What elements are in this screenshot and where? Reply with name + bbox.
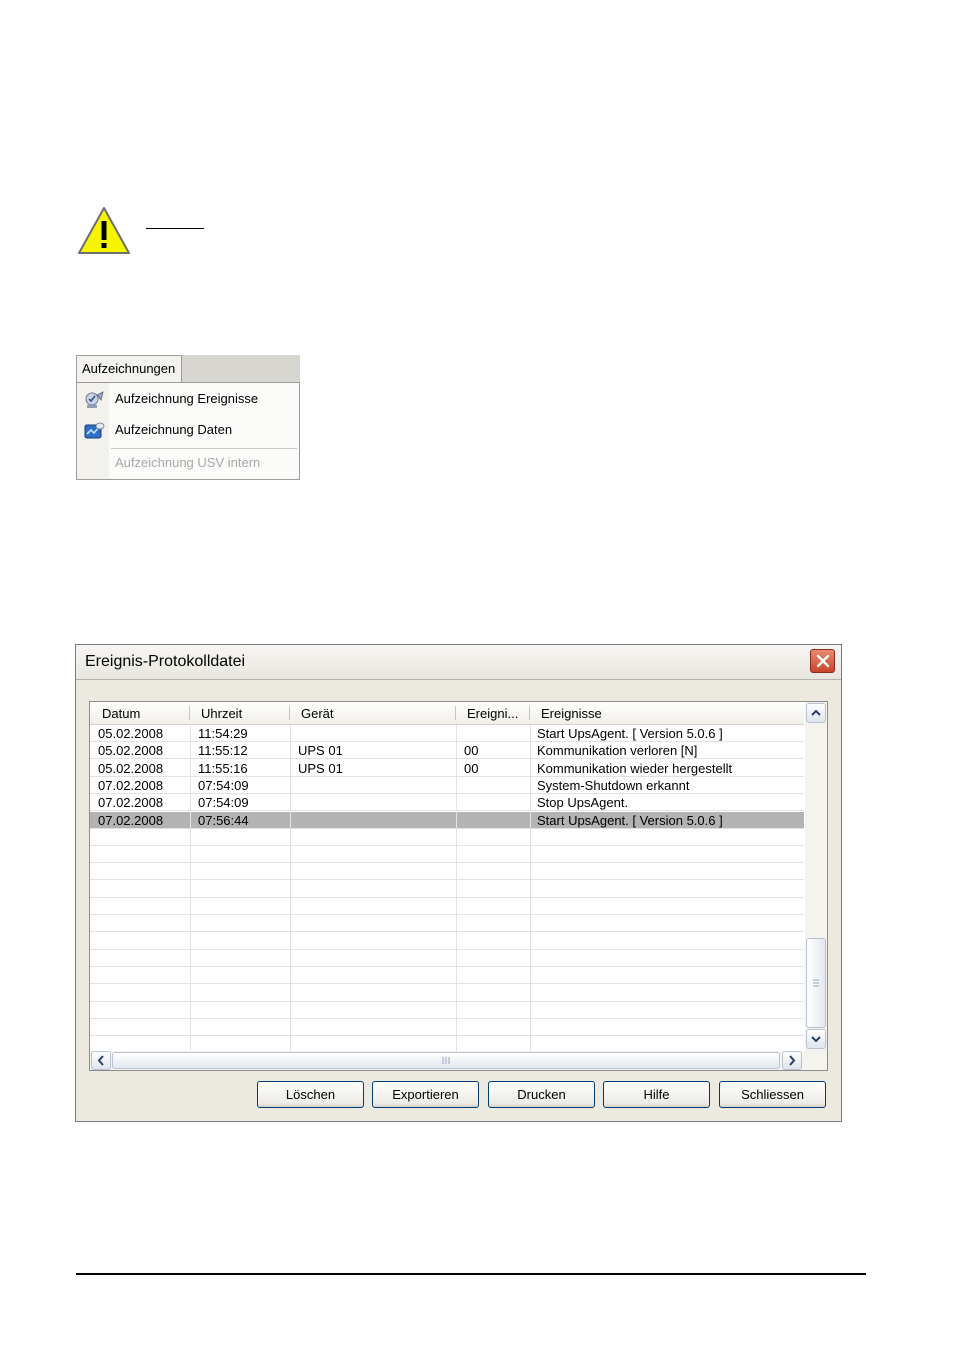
scroll-up-button[interactable] <box>806 703 826 723</box>
grid-line <box>456 725 457 1051</box>
chevron-down-icon <box>811 1036 821 1043</box>
table-cell-ereignisse: Kommunikation verloren [N] <box>537 743 698 759</box>
event-log-icon <box>85 391 104 408</box>
menu-dropdown: Aufzeichnung Ereignisse Aufzeichnung Dat… <box>76 382 300 480</box>
grid-line <box>530 725 531 1051</box>
table-cell-datum: 05.02.2008 <box>98 726 164 741</box>
table-cell-geraet <box>298 777 452 794</box>
column-header-events[interactable]: Ereignisse <box>529 702 804 724</box>
footer-rule <box>76 1273 866 1275</box>
table-cell-ereignis-nr <box>464 725 526 742</box>
chevron-up-icon <box>811 709 821 716</box>
table-cell-ereignisse: Start UpsAgent. [ Version 5.0.6 ] <box>537 812 723 828</box>
table-cell-ereignisse: Stop UpsAgent. <box>537 795 629 811</box>
menu-item-event-log[interactable]: Aufzeichnung Ereignisse <box>77 387 299 411</box>
menu-item-data-log[interactable]: Aufzeichnung Daten <box>77 418 299 442</box>
menu-item-ups-internal-log: Aufzeichnung USV intern <box>77 451 299 475</box>
table-row[interactable]: 05.02.2008 11:54:29 Start UpsAgent. [ Vers… <box>90 725 804 742</box>
table-row[interactable]: 05.02.2008 11:55:16 UPS 01 00 Kommunikation … <box>90 760 804 777</box>
data-log-icon <box>84 422 105 439</box>
help-button[interactable]: Hilfe <box>603 1081 710 1108</box>
empty-table-row <box>90 863 804 881</box>
grid-line <box>190 725 191 1051</box>
table-cell-geraet <box>298 725 452 742</box>
close-button[interactable] <box>810 649 835 673</box>
table-cell-datum: 07.02.2008 <box>98 777 164 793</box>
warning-triangle-icon <box>78 207 130 254</box>
table-row[interactable]: 07.02.2008 07:54:09 Stop UpsAgent. <box>90 794 804 812</box>
vertical-scroll-thumb[interactable] <box>806 938 826 1028</box>
scroll-down-button[interactable] <box>806 1029 826 1049</box>
table-cell-ereignis-nr: 00 <box>464 743 479 759</box>
table-cell-ereignisse: Kommunikation wieder hergestellt <box>537 760 733 776</box>
chevron-right-icon <box>789 1055 796 1066</box>
table-cell-uhrzeit: 11:54:29 <box>198 726 248 741</box>
delete-button[interactable]: Löschen <box>257 1081 364 1108</box>
menu-tab-records[interactable]: Aufzeichnungen <box>76 355 182 382</box>
column-header-date[interactable]: Datum <box>90 702 189 724</box>
empty-table-row <box>90 1019 804 1037</box>
column-header-event-no[interactable]: Ereigni... <box>455 702 529 724</box>
table-cell-geraet: UPS 01 <box>298 743 343 759</box>
table-cell-datum: 05.02.2008 <box>98 743 164 759</box>
records-menu: Aufzeichnungen Aufzeichnung Ereignisse A… <box>76 355 300 480</box>
empty-table-row <box>90 1002 804 1019</box>
column-header-time[interactable]: Uhrzeit <box>189 702 289 724</box>
empty-table-row <box>90 967 804 985</box>
dialog-title: Ereignis-Protokolldatei <box>85 653 246 670</box>
list-header: Datum Uhrzeit Gerät Ereigni... Ereigniss… <box>90 702 804 725</box>
menu-separator <box>111 448 297 449</box>
vertical-scrollbar[interactable] <box>805 702 827 1051</box>
menu-item-label: Aufzeichnung Daten <box>115 422 233 437</box>
close-dialog-button[interactable]: Schliessen <box>719 1081 826 1108</box>
menu-item-label: Aufzeichnung Ereignisse <box>115 391 259 406</box>
empty-table-row <box>90 950 804 967</box>
table-cell-datum: 05.02.2008 <box>98 760 164 776</box>
grip-icon <box>442 1057 450 1064</box>
table-cell-uhrzeit: 07:56:44 <box>198 812 249 828</box>
grid-line <box>290 725 291 1051</box>
empty-table-row <box>90 933 804 950</box>
chevron-left-icon <box>97 1055 104 1066</box>
list-rows: 05.02.2008 11:54:29 Start UpsAgent. [ Vers… <box>90 725 804 1054</box>
warning-underline <box>146 228 204 229</box>
event-list[interactable]: Datum Uhrzeit Gerät Ereigni... Ereigniss… <box>89 701 828 1071</box>
table-cell-datum: 07.02.2008 <box>98 812 164 828</box>
table-cell-ereignis-nr <box>464 812 526 829</box>
table-row[interactable]: 07.02.2008 07:54:09 System-Shutdown erkann… <box>90 777 804 794</box>
table-cell-ereignis-nr <box>464 777 526 794</box>
empty-table-row <box>90 846 804 864</box>
empty-table-row <box>90 915 804 933</box>
empty-table-row <box>90 881 804 898</box>
table-cell-geraet: UPS 01 <box>298 760 343 776</box>
horizontal-scrollbar[interactable] <box>90 1051 827 1070</box>
event-log-dialog: Ereignis-Protokolldatei Datum Uhrzeit Ge… <box>75 644 842 1122</box>
print-button[interactable]: Drucken <box>488 1081 595 1108</box>
table-row[interactable]: 07.02.2008 07:56:44 Start UpsAgent. [ Vers… <box>90 811 804 829</box>
empty-table-row <box>90 829 804 846</box>
menu-item-label: Aufzeichnung USV intern <box>115 455 261 470</box>
table-row[interactable]: 05.02.2008 11:55:12 UPS 01 00 Kommunikation … <box>90 742 804 760</box>
dialog-title-bar[interactable]: Ereignis-Protokolldatei <box>76 645 841 680</box>
table-cell-uhrzeit: 11:55:12 <box>198 743 248 759</box>
table-cell-uhrzeit: 07:54:09 <box>198 777 249 793</box>
table-cell-uhrzeit: 11:55:16 <box>198 760 248 776</box>
scroll-right-button[interactable] <box>782 1051 802 1070</box>
empty-table-row <box>90 985 804 1002</box>
table-cell-ereignis-nr <box>464 794 526 811</box>
table-cell-ereignis-nr: 00 <box>464 760 479 776</box>
grip-icon <box>813 979 819 987</box>
table-cell-ereignisse: System-Shutdown erkannt <box>537 777 690 793</box>
table-cell-geraet <box>298 794 452 811</box>
column-header-device[interactable]: Gerät <box>289 702 455 724</box>
horizontal-scroll-thumb[interactable] <box>112 1052 780 1069</box>
table-cell-uhrzeit: 07:54:09 <box>198 795 249 811</box>
table-cell-ereignisse: Start UpsAgent. [ Version 5.0.6 ] <box>537 726 723 741</box>
empty-table-row <box>90 898 804 915</box>
export-button[interactable]: Exportieren <box>372 1081 479 1108</box>
scroll-left-button[interactable] <box>91 1051 111 1070</box>
close-icon <box>816 654 830 668</box>
table-cell-geraet <box>298 812 452 829</box>
table-cell-datum: 07.02.2008 <box>98 795 164 811</box>
